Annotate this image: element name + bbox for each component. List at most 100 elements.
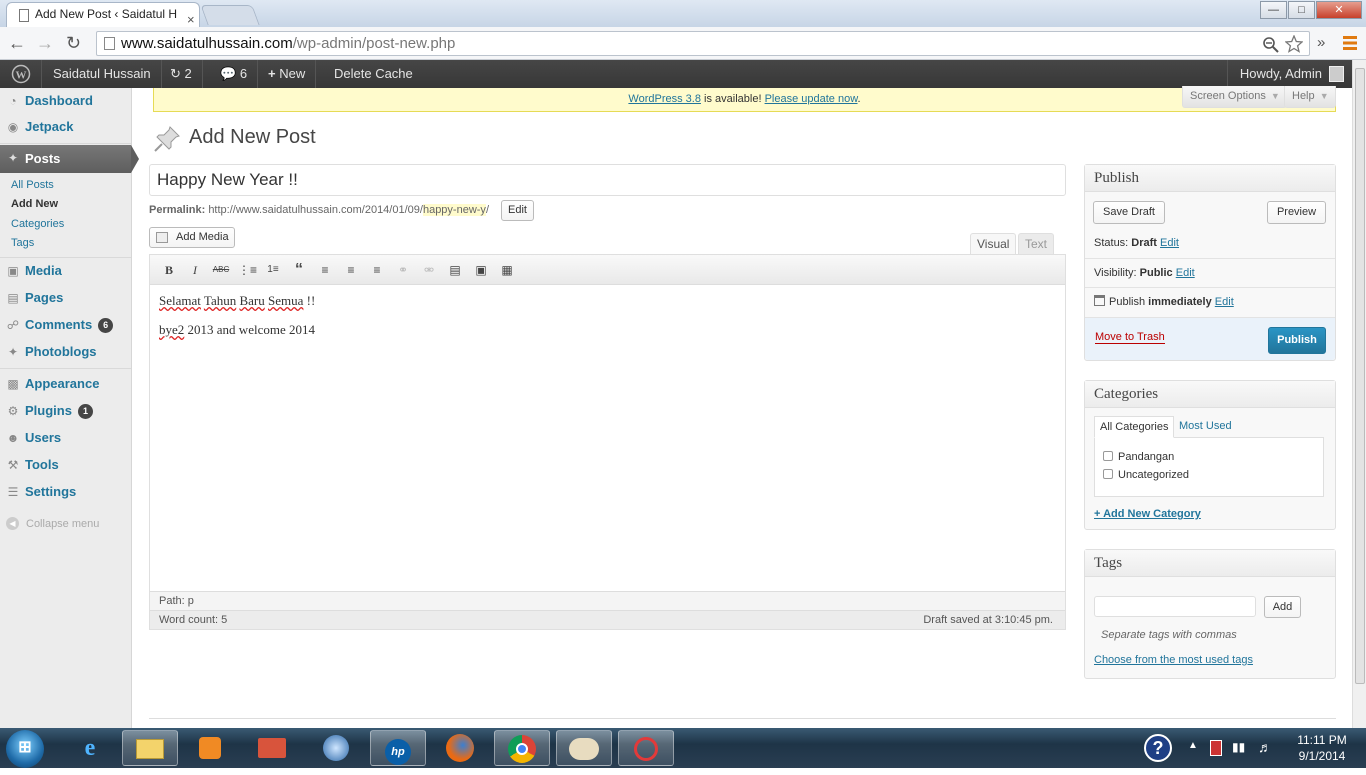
security-alert-icon[interactable] (1210, 740, 1222, 756)
admin-bar-site-name[interactable]: Saidatul Hussain (43, 60, 162, 88)
add-new-category-link[interactable]: + Add New Category (1094, 508, 1201, 520)
volume-icon[interactable]: ♬ (1258, 739, 1272, 755)
update-now-link[interactable]: Please update now (765, 93, 858, 105)
menu-comments[interactable]: ☍ Comments 6 (0, 312, 131, 338)
align-left-icon[interactable]: ≡ (316, 262, 334, 278)
admin-bar-comments[interactable]: 💬 6 (210, 60, 259, 88)
internet-explorer-icon[interactable]: e (62, 730, 118, 766)
italic-icon[interactable]: I (186, 262, 204, 278)
strikethrough-icon[interactable]: ABC (212, 262, 230, 278)
minimize-button[interactable]: — (1260, 1, 1287, 19)
align-center-icon[interactable]: ≡ (342, 262, 360, 278)
reload-icon[interactable]: ↻ (66, 32, 81, 54)
wordpress-version-link[interactable]: WordPress 3.8 (628, 93, 701, 105)
zoom-icon[interactable] (1263, 37, 1279, 53)
editor-content[interactable]: Selamat Tahun Baru Semua !! bye2 2013 an… (159, 293, 315, 351)
add-media-button[interactable]: Add Media (149, 227, 235, 248)
address-bar[interactable]: www.saidatulhussain.com/wp-admin/post-ne… (96, 31, 1310, 56)
post-title-input[interactable]: Happy New Year !! (149, 164, 1066, 196)
blockquote-icon[interactable]: “ (290, 262, 308, 278)
link-icon[interactable]: ⚭ (394, 262, 412, 278)
more-tag-icon[interactable]: ▤ (446, 262, 464, 278)
permalink-slug[interactable]: happy-new-y (422, 204, 486, 216)
kitchen-sink-icon[interactable]: ▦ (498, 262, 516, 278)
permalink-edit-button[interactable]: Edit (501, 200, 534, 221)
submenu-add-new[interactable]: Add New (0, 195, 131, 214)
hp-app-icon[interactable]: hp (370, 730, 426, 766)
browser-tab-active[interactable]: Add New Post ‹ Saidatul H × (6, 2, 200, 27)
scrollbar-thumb[interactable] (1355, 68, 1365, 684)
tag-input[interactable] (1094, 596, 1256, 617)
file-explorer-icon[interactable] (122, 730, 178, 766)
forward-arrow-icon[interactable]: → (36, 32, 54, 54)
firefox-icon[interactable] (432, 730, 488, 766)
bold-icon[interactable]: B (160, 262, 178, 278)
collapse-menu[interactable]: ◀ Collapse menu (0, 514, 131, 534)
menu-tools[interactable]: ⚒ Tools (0, 452, 131, 478)
bookmark-star-icon[interactable] (1285, 35, 1303, 53)
schedule-value: immediately (1148, 296, 1212, 308)
thunderbird-icon[interactable] (308, 730, 364, 766)
taskbar-clock[interactable]: 11:11 PM 9/1/2014 (1284, 732, 1360, 764)
checkbox[interactable] (1103, 469, 1113, 479)
back-arrow-icon[interactable]: ← (8, 32, 26, 54)
visibility-edit-link[interactable]: Edit (1176, 267, 1195, 279)
help-tab[interactable]: Help ▼ (1284, 86, 1336, 108)
menu-appearance[interactable]: ▩ Appearance (0, 371, 131, 397)
menu-pages[interactable]: ▤ Pages (0, 285, 131, 311)
publish-button[interactable]: Publish (1268, 327, 1326, 354)
menu-users[interactable]: ☻ Users (0, 425, 131, 451)
category-item[interactable]: Uncategorized (1103, 469, 1189, 481)
menu-jetpack[interactable]: ◉ Jetpack (0, 114, 131, 140)
maximize-button[interactable]: □ (1288, 1, 1315, 19)
tab-close-icon[interactable]: × (187, 8, 195, 27)
admin-bar-delete-cache[interactable]: Delete Cache (324, 60, 423, 88)
menu-media[interactable]: ▣ Media (0, 258, 131, 284)
start-button[interactable]: ⊞ (6, 730, 44, 768)
browser-menu-icon[interactable] (1343, 35, 1357, 51)
menu-dashboard[interactable]: ◔ Dashboard (0, 88, 131, 114)
schedule-edit-link[interactable]: Edit (1215, 296, 1234, 308)
add-tag-button[interactable]: Add (1264, 596, 1301, 618)
snipping-tool-icon[interactable] (618, 730, 674, 766)
extensions-overflow-icon[interactable]: » (1317, 32, 1325, 54)
align-right-icon[interactable]: ≡ (368, 262, 386, 278)
submenu-tags[interactable]: Tags (0, 234, 131, 253)
preview-button[interactable]: Preview (1267, 201, 1326, 224)
submenu-categories[interactable]: Categories (0, 215, 131, 234)
show-hidden-icons-icon[interactable]: ▲ (1188, 740, 1198, 751)
menu-posts[interactable]: ✦ Posts (0, 145, 139, 173)
new-tab-button[interactable] (200, 5, 260, 25)
submenu-all-posts[interactable]: All Posts (0, 176, 131, 195)
checkbox[interactable] (1103, 451, 1113, 461)
admin-bar-account[interactable]: Howdy, Admin (1226, 60, 1352, 88)
media-player-icon[interactable] (182, 730, 238, 766)
slideshow-app-icon[interactable] (244, 730, 300, 766)
wordpress-logo-icon[interactable]: W (0, 60, 42, 88)
save-draft-button[interactable]: Save Draft (1093, 201, 1165, 224)
admin-bar-new[interactable]: + New (258, 60, 317, 88)
choose-most-used-tags-link[interactable]: Choose from the most used tags (1094, 654, 1253, 666)
tab-all-categories[interactable]: All Categories (1094, 416, 1175, 438)
screen-options-tab[interactable]: Screen Options ▼ (1182, 86, 1287, 108)
bullet-list-icon[interactable]: ⋮≡ (238, 262, 257, 278)
paint-icon[interactable] (556, 730, 612, 766)
menu-photoblogs[interactable]: ✦ Photoblogs (0, 339, 131, 365)
help-icon[interactable]: ? (1144, 734, 1172, 762)
chrome-icon[interactable] (494, 730, 550, 766)
page-scrollbar[interactable] (1352, 60, 1366, 728)
move-to-trash-link[interactable]: Move to Trash (1095, 331, 1165, 344)
status-edit-link[interactable]: Edit (1160, 237, 1179, 249)
category-item[interactable]: Pandangan (1103, 451, 1174, 463)
network-signal-icon[interactable]: ▮▮ (1232, 740, 1245, 754)
tab-visual[interactable]: Visual (970, 233, 1017, 255)
unlink-icon[interactable]: ⚮ (420, 262, 438, 278)
numbered-list-icon[interactable]: 1≡ (264, 262, 282, 278)
admin-bar-updates[interactable]: ↻ 2 (160, 60, 203, 88)
tab-most-used[interactable]: Most Used (1174, 416, 1237, 438)
fullscreen-icon[interactable]: ▣ (472, 262, 490, 278)
tab-text[interactable]: Text (1018, 233, 1055, 255)
menu-plugins[interactable]: ⚙ Plugins 1 (0, 398, 131, 424)
menu-settings[interactable]: ☰ Settings (0, 479, 131, 505)
window-close-button[interactable]: ✕ (1316, 1, 1362, 19)
